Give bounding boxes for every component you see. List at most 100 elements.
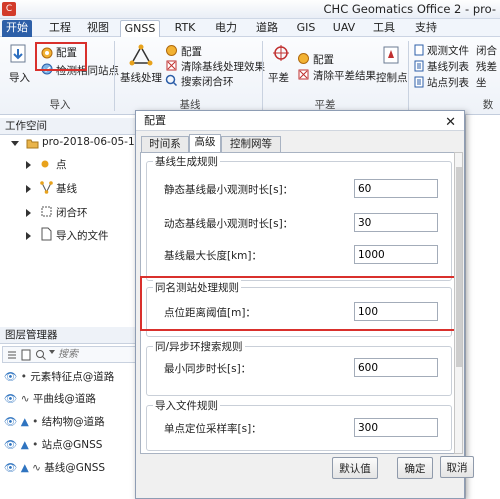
tab-view[interactable]: 视图	[82, 20, 114, 37]
layer-row[interactable]: 👁 ▲ • 站点@GNSS	[4, 437, 102, 452]
point-feature-icon: •	[20, 371, 27, 383]
cursor-icon: ▲	[20, 416, 29, 428]
tab-gnss[interactable]: GNSS	[120, 20, 160, 37]
imported-file-icon	[41, 227, 52, 241]
chevron-down-icon[interactable]	[49, 350, 55, 354]
single-point-sampling-rate-input[interactable]	[354, 418, 438, 437]
clear-icon	[166, 60, 177, 71]
layer-row[interactable]: 👁 ∿ 平曲线@道路	[4, 391, 96, 406]
tab-advanced[interactable]: 高级	[189, 134, 221, 153]
field-label: 动态基线最小观测时长[s]：	[164, 218, 294, 230]
tree-item-baselines[interactable]: 基线	[56, 181, 77, 196]
config-dialog: 配置 ✕ 时间系统 高级 控制网等级 基线生成规则 静态基线最小观测时长[s]：…	[135, 110, 465, 499]
map-view[interactable]	[465, 115, 500, 499]
search-icon[interactable]	[35, 349, 47, 361]
list-icon[interactable]	[6, 349, 18, 361]
point-feature-icon: •	[32, 439, 39, 451]
tree-item-points[interactable]: 点	[56, 157, 67, 172]
static-min-duration-input[interactable]	[354, 179, 438, 198]
tab-road[interactable]: 道路	[251, 20, 283, 37]
collapse-icon[interactable]	[11, 141, 19, 146]
baseline-config-label: 配置	[181, 46, 202, 58]
clear-baseline-label: 清除基线处理效果	[181, 61, 265, 73]
group-title: 导入文件规则	[153, 398, 220, 413]
control-point-icon	[383, 46, 399, 64]
eye-icon[interactable]: 👁	[4, 393, 17, 405]
group-title: 同/异步环搜索规则	[153, 339, 245, 354]
eye-icon[interactable]: 👁	[4, 416, 17, 428]
field-label: 单点定位采样率[s]：	[164, 423, 262, 435]
tab-project[interactable]: 工程	[44, 20, 76, 37]
tab-rtk[interactable]: RTK	[170, 20, 200, 37]
max-baseline-length-input[interactable]	[354, 245, 438, 264]
expand-icon[interactable]	[26, 161, 31, 169]
layer-row[interactable]: 👁 ▲ ∿ 基线@GNSS	[4, 460, 105, 475]
expand-icon[interactable]	[26, 185, 31, 193]
eye-icon[interactable]: 👁	[4, 462, 17, 474]
layer-search-bar	[2, 346, 138, 363]
kinematic-min-duration-input[interactable]	[354, 213, 438, 232]
point-dot-icon	[41, 160, 49, 168]
eye-icon[interactable]: 👁	[4, 371, 17, 383]
layer-name: 站点@GNSS	[41, 439, 103, 451]
cancel-button[interactable]: 取消	[440, 456, 474, 478]
config-highlight-frame	[35, 42, 87, 71]
window-title: CHC Geomatics Office 2 - pro-	[323, 2, 496, 16]
layer-search-input[interactable]	[58, 348, 136, 361]
app-icon: C	[2, 2, 16, 16]
group-title: 基线生成规则	[153, 154, 220, 169]
layer-name: 元素特征点@道路	[30, 371, 115, 383]
list-icon	[414, 76, 424, 88]
list-icon	[414, 60, 424, 72]
min-sync-duration-input[interactable]	[354, 358, 438, 377]
ribbon-divider	[408, 41, 409, 111]
layer-row[interactable]: 👁 • 元素特征点@道路	[4, 369, 114, 384]
tab-start[interactable]: 开始	[2, 20, 32, 37]
adjust-label: 平差	[268, 72, 289, 84]
tab-time-system[interactable]: 时间系统	[141, 136, 189, 165]
title-bar: C CHC Geomatics Office 2 - pro-	[0, 0, 500, 19]
layer-name: 结构物@道路	[41, 416, 105, 428]
layer-name: 基线@GNSS	[44, 462, 106, 474]
default-values-button[interactable]: 默认值	[332, 457, 378, 479]
scrollbar[interactable]	[454, 152, 463, 454]
field-label: 基线最大长度[km]：	[164, 250, 263, 262]
dialog-title-bar: 配置 ✕	[136, 111, 464, 131]
residual-report-label[interactable]: 残差	[476, 59, 497, 74]
tab-support[interactable]: 支持	[410, 20, 442, 37]
point-feature-icon: •	[32, 416, 39, 428]
obs-file-label: 观测文件	[427, 45, 469, 57]
left-panel: 工作空间 pro-2018-06-05-13-4 点 基线 闭合环 导入的文件 …	[0, 115, 152, 499]
layer-row[interactable]: 👁 ▲ • 结构物@道路	[4, 414, 105, 429]
expand-icon[interactable]	[26, 209, 31, 217]
loop-report-label[interactable]: 闭合	[476, 43, 497, 58]
config-icon	[166, 45, 177, 56]
cursor-icon: ▲	[20, 462, 29, 474]
tab-power[interactable]: 电力	[210, 20, 242, 37]
tab-control-network-grade[interactable]: 控制网等级	[221, 136, 281, 165]
close-icon[interactable]: ✕	[445, 113, 456, 133]
ok-button[interactable]: 确定	[397, 457, 433, 479]
baseline-icon	[40, 181, 53, 194]
scrollbar-thumb[interactable]	[456, 167, 462, 367]
station-list-label: 站点列表	[427, 77, 469, 89]
coord-report-label[interactable]: 坐	[476, 75, 487, 90]
search-loop-icon	[165, 74, 178, 87]
field-label: 最小同步时长[s]：	[164, 363, 252, 375]
layer-name: 平曲线@道路	[32, 393, 96, 405]
tab-gis[interactable]: GIS	[291, 20, 321, 37]
cursor-icon: ▲	[20, 439, 29, 451]
import-icon	[10, 44, 26, 63]
baseline-network-icon	[129, 44, 153, 66]
expand-icon[interactable]	[26, 232, 31, 240]
eye-icon[interactable]: 👁	[4, 439, 17, 451]
search-loop-label: 搜索闭合环	[181, 76, 234, 88]
tab-tools[interactable]: 工具	[368, 20, 400, 37]
tab-uav[interactable]: UAV	[328, 20, 360, 37]
document-icon[interactable]	[20, 349, 32, 361]
tree-item-loops[interactable]: 闭合环	[56, 205, 88, 220]
ribbon-divider	[114, 41, 115, 111]
tree-item-imported-files[interactable]: 导入的文件	[56, 228, 109, 243]
same-station-highlight-frame	[140, 276, 458, 331]
file-icon	[414, 44, 424, 56]
